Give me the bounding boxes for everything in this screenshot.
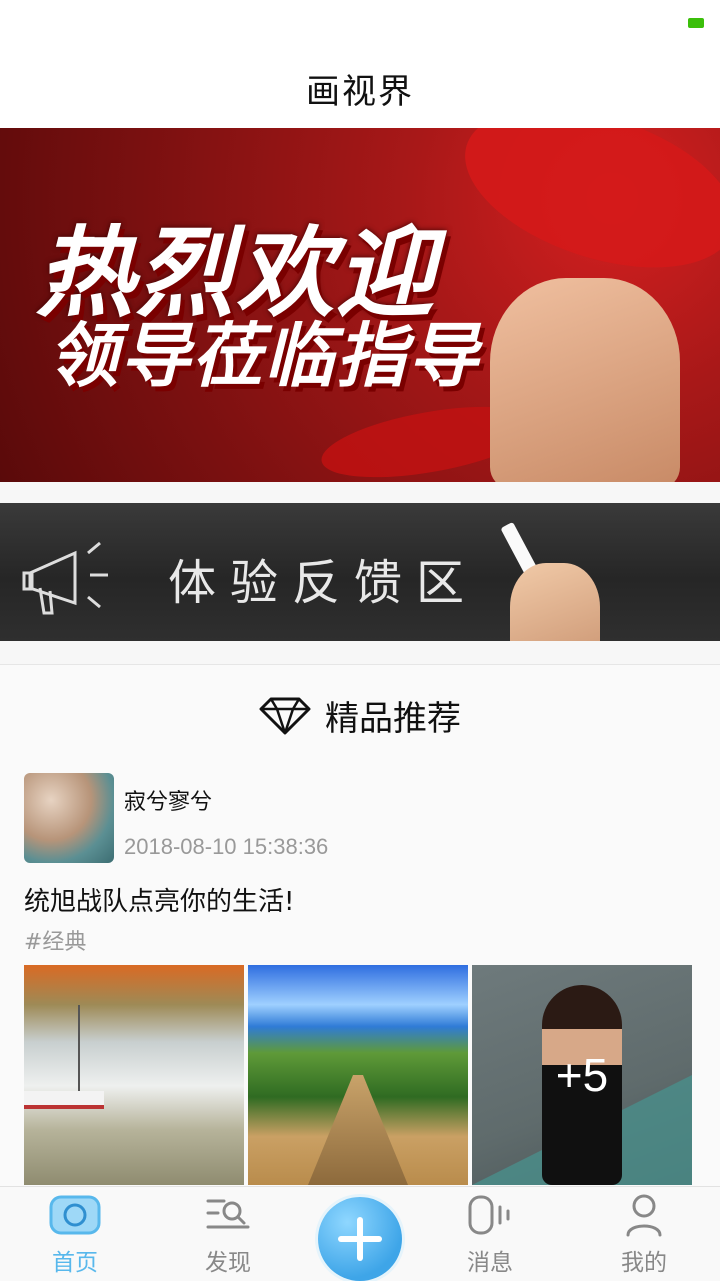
tab-messages-label: 消息 — [467, 1250, 513, 1276]
tab-discover-label: 发现 — [205, 1250, 251, 1276]
post-image-portrait[interactable]: +5 — [472, 965, 692, 1185]
avatar[interactable] — [24, 773, 114, 863]
banner-subheadline: 领导莅临指导 — [48, 315, 480, 397]
bottom-tab-bar: 首页 发现 消息 我的 — [0, 1186, 720, 1281]
post-content: 统旭战队点亮你的生活! — [24, 887, 295, 917]
post-image-bridge[interactable] — [248, 965, 468, 1185]
tab-profile-label: 我的 — [621, 1250, 667, 1276]
red-silk-decoration — [445, 128, 720, 298]
tab-messages[interactable]: 消息 — [430, 1187, 550, 1281]
bridge — [308, 1075, 408, 1185]
more-images-count: +5 — [555, 1049, 609, 1101]
tab-home-label: 首页 — [52, 1250, 98, 1276]
home-icon — [49, 1195, 101, 1235]
post-username[interactable]: 寂兮寥兮 — [124, 784, 212, 816]
title-bar: 画视界 — [0, 48, 720, 128]
tab-discover[interactable]: 发现 — [168, 1187, 288, 1281]
feedback-banner-text: 体验反馈区 — [168, 555, 479, 611]
megaphone-icon — [22, 541, 108, 615]
page-title: 画视界 — [306, 71, 414, 112]
boat — [24, 1091, 104, 1109]
boat-mast — [78, 1005, 80, 1095]
diamond-icon — [259, 697, 311, 734]
section-header: 精品推荐 — [0, 664, 720, 767]
status-bar — [0, 0, 720, 48]
battery-icon — [688, 18, 704, 28]
add-post-button[interactable] — [318, 1197, 402, 1281]
post-tag[interactable]: #经典 — [24, 924, 86, 956]
section-title: 精品推荐 — [325, 699, 461, 739]
feedback-banner[interactable]: 体验反馈区 — [0, 503, 720, 641]
discover-icon — [206, 1199, 250, 1229]
welcome-banner[interactable]: 热烈欢迎 领导莅临指导 — [0, 128, 720, 482]
tab-profile[interactable]: 我的 — [584, 1187, 704, 1281]
hand-image — [510, 563, 600, 641]
message-icon — [468, 1195, 510, 1235]
post-timestamp: 2018-08-10 15:38:36 — [124, 834, 329, 859]
post-image-lake[interactable] — [24, 965, 244, 1185]
profile-icon — [626, 1194, 662, 1237]
handshake-image — [490, 278, 680, 482]
tab-home[interactable]: 首页 — [15, 1187, 135, 1281]
post-card[interactable]: 寂兮寥兮 2018-08-10 15:38:36 统旭战队点亮你的生活! #经典… — [0, 766, 720, 1186]
